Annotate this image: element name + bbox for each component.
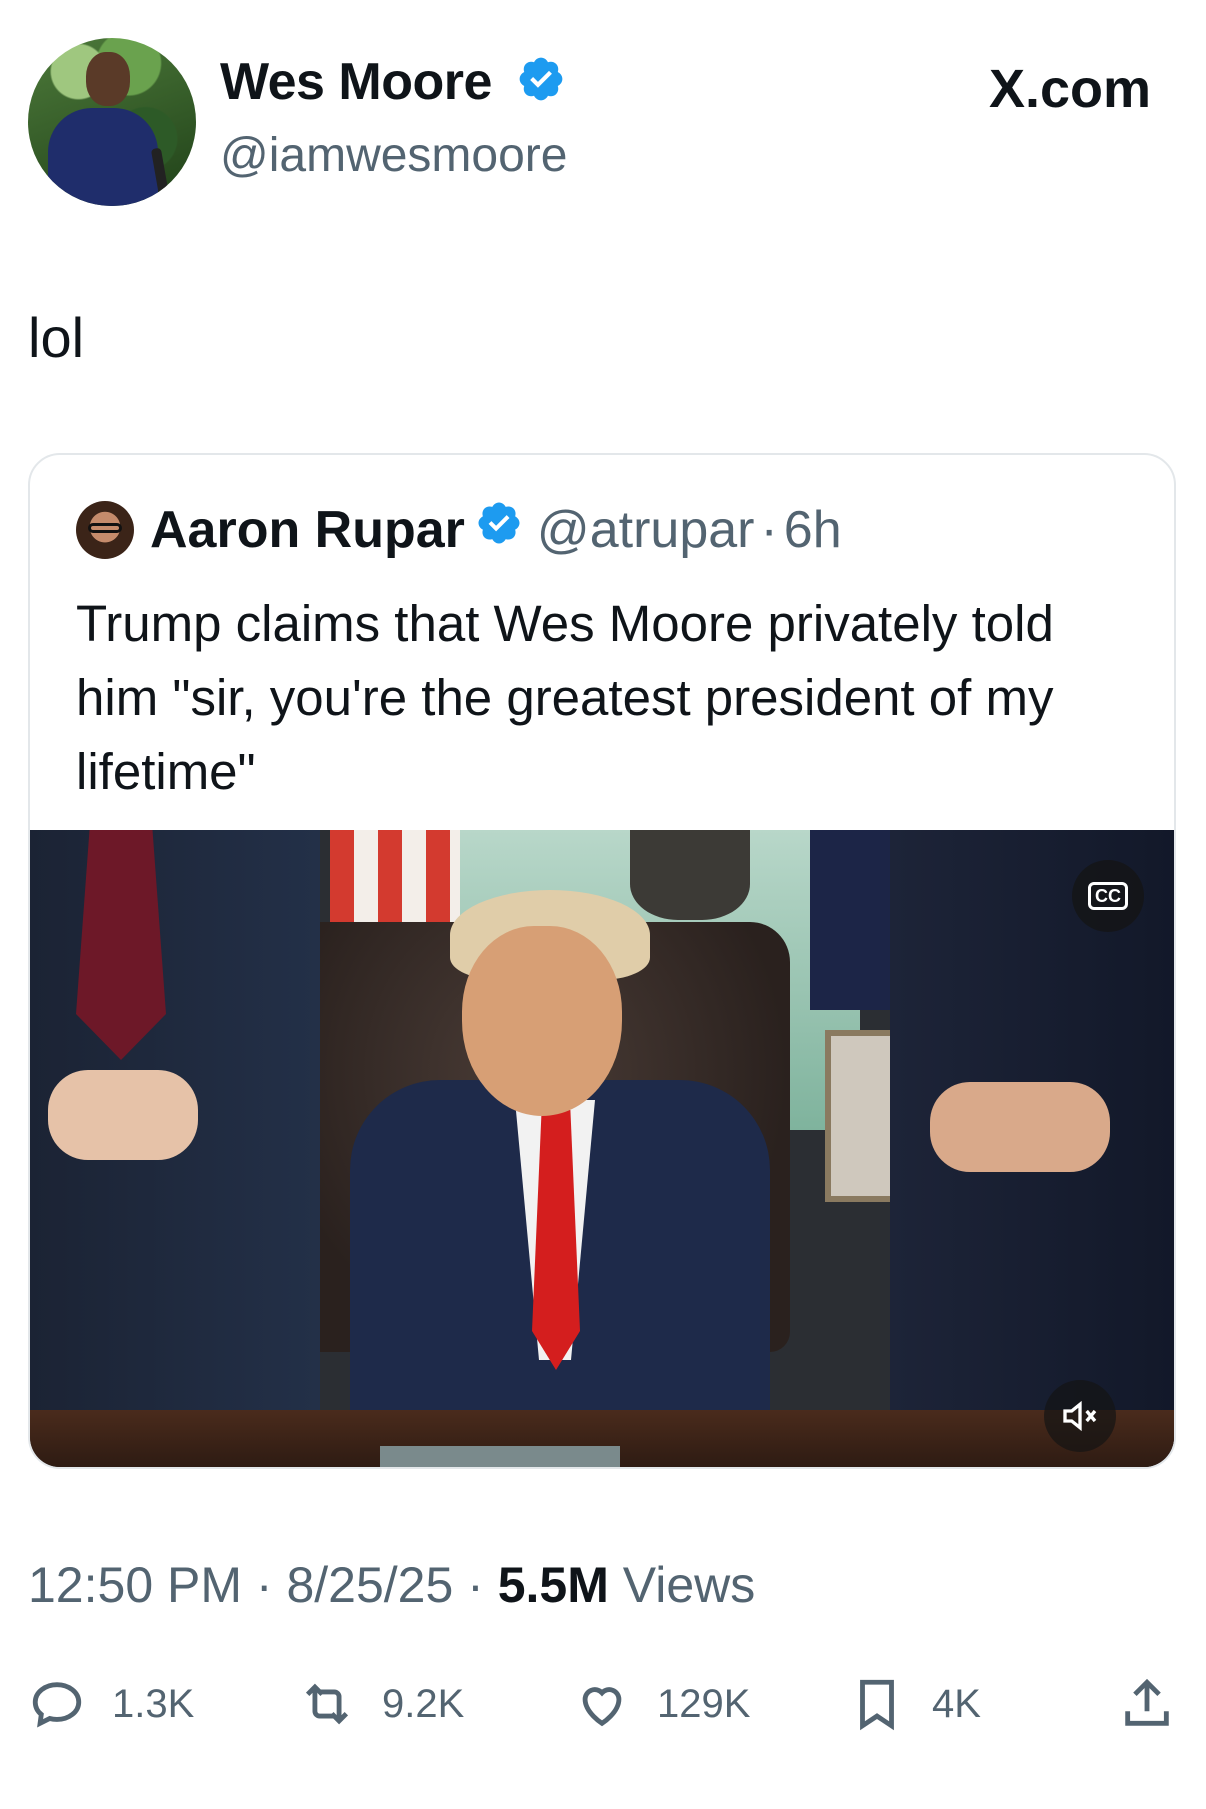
bookmark-count: 4K	[932, 1681, 981, 1726]
share-icon	[1125, 1678, 1169, 1726]
views-count: 5.5M	[497, 1557, 609, 1613]
like-icon	[582, 1687, 622, 1727]
like-count: 129K	[657, 1681, 751, 1726]
separator: ·	[760, 500, 778, 559]
quote-author-avatar[interactable]	[76, 501, 134, 559]
verified-badge-icon	[516, 54, 566, 117]
author-avatar[interactable]	[28, 38, 196, 206]
author-name[interactable]: Wes Moore	[220, 53, 492, 111]
closed-captions-button[interactable]: CC	[1072, 860, 1144, 932]
reply-icon	[32, 1682, 82, 1728]
share-button[interactable]	[1118, 1668, 1176, 1740]
mute-button[interactable]	[1044, 1380, 1116, 1452]
reply-count: 1.3K	[112, 1681, 195, 1726]
repost-icon	[305, 1683, 349, 1725]
post-timestamp[interactable]: 12:50 PM · 8/25/25 ·	[28, 1557, 498, 1613]
quote-author-name[interactable]: Aaron Rupar	[150, 500, 465, 560]
author-handle[interactable]: @iamwesmoore	[220, 128, 567, 183]
quote-timestamp[interactable]: 6h	[784, 500, 842, 560]
quote-author-handle[interactable]: @atrupar	[537, 500, 755, 560]
post-text: lol	[28, 306, 85, 369]
quoted-post[interactable]: Aaron Rupar @atrupar · 6h Trump claims t…	[28, 453, 1176, 1469]
video-player[interactable]: CC	[30, 830, 1174, 1467]
mute-icon	[1063, 1400, 1097, 1432]
quote-text: Trump claims that Wes Moore privately to…	[76, 595, 1054, 800]
views-label: Views	[608, 1557, 756, 1613]
bookmark-icon	[860, 1679, 894, 1731]
brand-watermark: X.com	[988, 59, 1151, 119]
bookmark-button[interactable]: 4K	[848, 1668, 981, 1740]
quote-header: Aaron Rupar @atrupar · 6h	[150, 499, 842, 560]
closed-captions-icon: CC	[1088, 882, 1128, 910]
repost-button[interactable]: 9.2K	[298, 1668, 464, 1740]
reply-button[interactable]: 1.3K	[28, 1668, 194, 1740]
author-name-row[interactable]: Wes Moore	[220, 52, 566, 117]
verified-badge-icon	[475, 499, 523, 560]
action-bar: 1.3K 9.2K 129K 4K	[28, 1668, 1178, 1740]
like-button[interactable]: 129K	[573, 1668, 750, 1740]
repost-count: 9.2K	[382, 1681, 465, 1726]
post-meta: 12:50 PM · 8/25/25 · 5.5M Views	[28, 1556, 755, 1614]
